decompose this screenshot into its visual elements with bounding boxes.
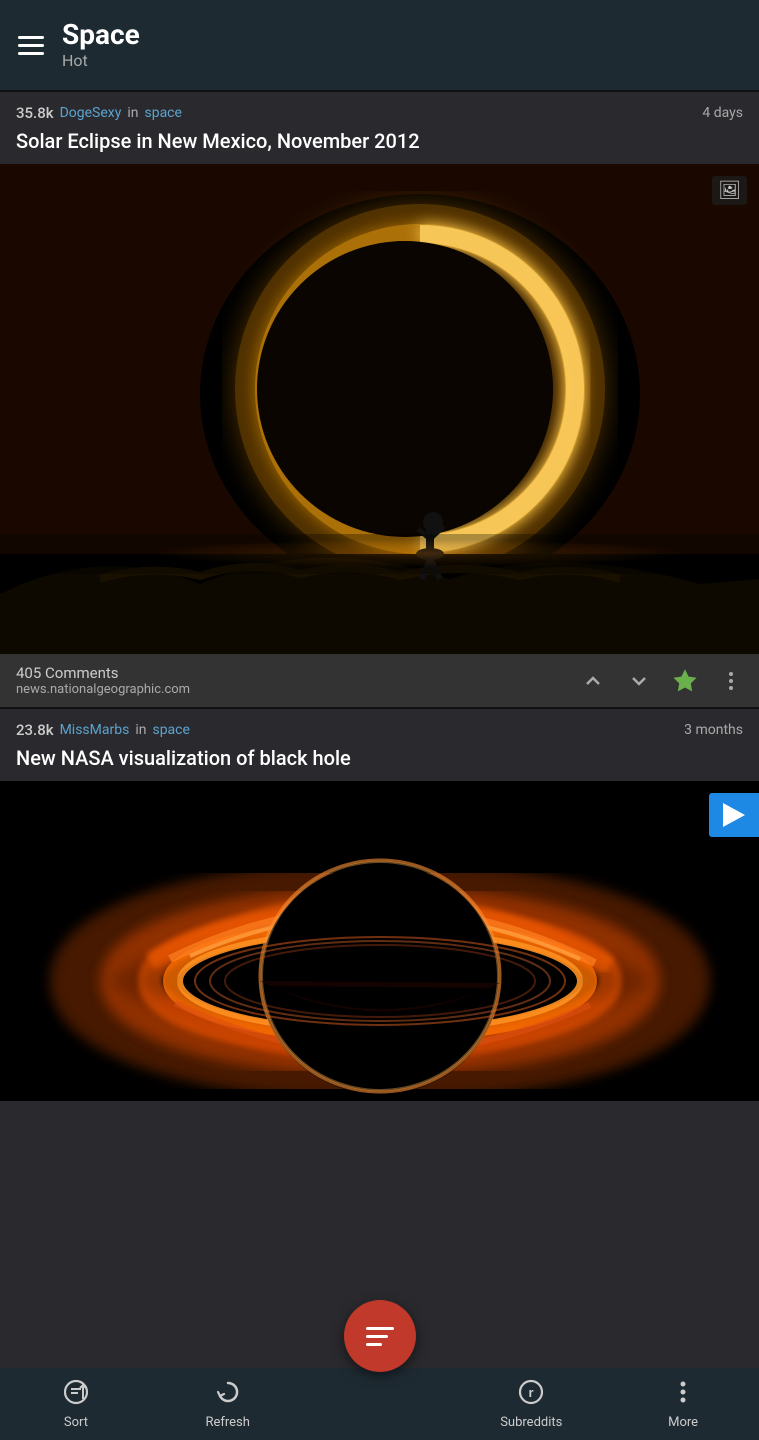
refresh-icon: [214, 1378, 242, 1411]
post-image-eclipse[interactable]: 🖼: [0, 164, 759, 654]
nav-more[interactable]: More: [607, 1378, 759, 1430]
post-footer: 405 Comments news.nationalgeographic.com: [0, 654, 759, 707]
post-comments[interactable]: 405 Comments news.nationalgeographic.com: [16, 664, 190, 697]
video-play-button[interactable]: [709, 793, 759, 837]
post-subreddit[interactable]: space: [152, 722, 189, 738]
nav-refresh[interactable]: Refresh: [152, 1378, 304, 1430]
downvote-button[interactable]: [627, 669, 651, 693]
post-title[interactable]: Solar Eclipse in New Mexico, November 20…: [0, 126, 759, 164]
svg-text:r: r: [529, 1385, 534, 1400]
post-author[interactable]: DogeSexy: [60, 105, 122, 121]
post-actions: [581, 669, 743, 693]
fab-button[interactable]: [344, 1300, 416, 1372]
post-meta-left: 35.8k DogeSexy in space: [16, 104, 182, 122]
page-title: Space: [62, 20, 140, 51]
nav-sort[interactable]: Sort: [0, 1378, 152, 1430]
subreddits-icon: r: [517, 1378, 545, 1411]
post-score: 23.8k: [16, 721, 54, 739]
post-score: 35.8k: [16, 104, 54, 122]
subreddits-label: Subreddits: [500, 1415, 562, 1430]
page-subtitle: Hot: [62, 51, 140, 70]
play-triangle-icon: [723, 803, 745, 827]
star-button[interactable]: [673, 669, 697, 693]
post-title[interactable]: New NASA visualization of black hole: [0, 743, 759, 781]
nav-subreddits[interactable]: r Subreddits: [455, 1378, 607, 1430]
bottom-navigation: Sort Refresh r Subreddits More: [0, 1368, 759, 1440]
post-meta: 35.8k DogeSexy in space 4 days: [0, 92, 759, 126]
post-meta: 23.8k MissMarbs in space 3 months: [0, 709, 759, 743]
sort-icon: [62, 1378, 90, 1411]
post-subreddit[interactable]: space: [144, 105, 181, 121]
post-image-blackhole[interactable]: [0, 781, 759, 1101]
comments-count: 405 Comments: [16, 664, 190, 682]
upvote-button[interactable]: [581, 669, 605, 693]
fab-icon: [366, 1327, 394, 1346]
app-header: Space Hot: [0, 0, 759, 90]
post-card: 23.8k MissMarbs in space 3 months New NA…: [0, 709, 759, 1101]
header-title-block: Space Hot: [62, 20, 140, 70]
sort-label: Sort: [64, 1415, 88, 1430]
more-nav-icon: [669, 1378, 697, 1411]
menu-icon[interactable]: [18, 36, 44, 55]
post-sub-label: in: [135, 722, 146, 738]
more-label: More: [668, 1415, 698, 1430]
post-author[interactable]: MissMarbs: [60, 722, 130, 738]
post-time: 4 days: [702, 105, 743, 121]
refresh-label: Refresh: [205, 1415, 249, 1430]
post-more-button[interactable]: [719, 669, 743, 693]
image-type-icon: 🖼: [712, 176, 747, 205]
post-domain: news.nationalgeographic.com: [16, 682, 190, 697]
post-sub-label: in: [127, 105, 138, 121]
post-time: 3 months: [684, 722, 743, 738]
post-card: 35.8k DogeSexy in space 4 days Solar Ecl…: [0, 92, 759, 707]
post-meta-left: 23.8k MissMarbs in space: [16, 721, 190, 739]
